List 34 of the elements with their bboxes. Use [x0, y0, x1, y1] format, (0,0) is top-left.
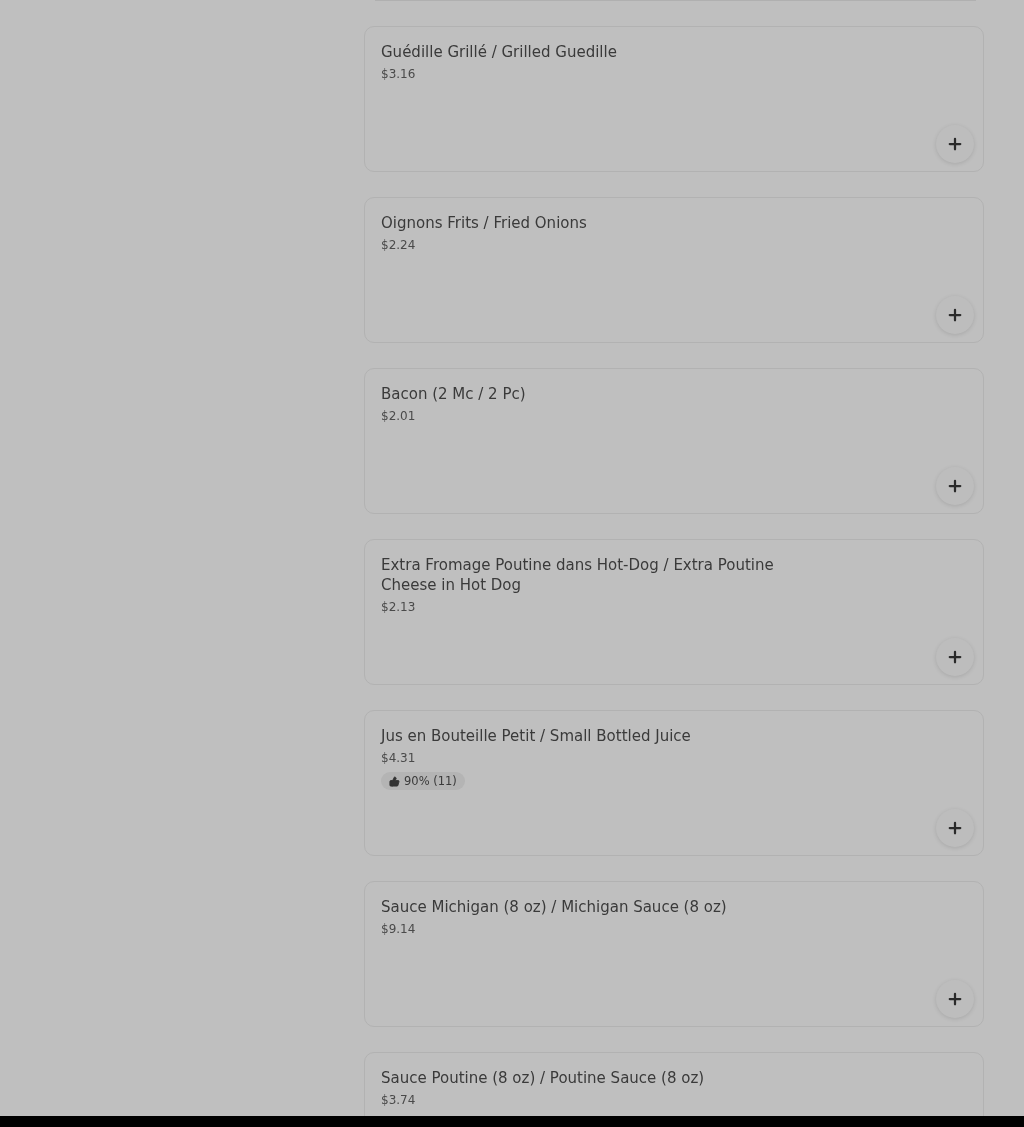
item-name: Sauce Michigan (8 oz) / Michigan Sauce (8 oz) [381, 897, 727, 917]
add-button[interactable] [936, 125, 974, 163]
item-price: $9.14 [381, 922, 416, 936]
menu-item-card[interactable]: Extra Fromage Poutine dans Hot-Dog / Extra Poutine Cheese in Hot Dog $2.13 [364, 539, 984, 685]
item-name: Extra Fromage Poutine dans Hot-Dog / Extra Poutine Cheese in Hot Dog [381, 555, 775, 595]
add-button[interactable] [936, 467, 974, 505]
plus-icon [946, 648, 964, 666]
menu-item-card[interactable]: Jus en Bouteille Petit / Small Bottled Juice $4.31 90% (11) [364, 710, 984, 856]
item-name: Sauce Poutine (8 oz) / Poutine Sauce (8 oz) [381, 1068, 705, 1088]
item-name: Bacon (2 Mc / 2 Pc) [381, 384, 526, 404]
menu-item-card[interactable]: Guédille Grillé / Grilled Guedille $3.16 [364, 26, 984, 172]
item-name: Oignons Frits / Fried Onions [381, 213, 587, 233]
add-button[interactable] [936, 638, 974, 676]
thumbs-up-icon [389, 775, 400, 787]
menu-item-card[interactable]: Sauce Michigan (8 oz) / Michigan Sauce (8 oz) $9.14 [364, 881, 984, 1027]
plus-icon [946, 306, 964, 324]
item-price: $4.31 [381, 751, 416, 765]
add-button[interactable] [936, 980, 974, 1018]
plus-icon [946, 477, 964, 495]
rating-text: 90% (11) [404, 774, 457, 788]
plus-icon [946, 135, 964, 153]
add-button[interactable] [936, 296, 974, 334]
item-price: $2.13 [381, 600, 416, 614]
item-name: Guédille Grillé / Grilled Guedille [381, 42, 617, 62]
menu-item-card[interactable]: Oignons Frits / Fried Onions $2.24 [364, 197, 984, 343]
menu-item-card[interactable]: Bacon (2 Mc / 2 Pc) $2.01 [364, 368, 984, 514]
item-price: $2.01 [381, 409, 416, 423]
item-price: $3.74 [381, 1093, 416, 1107]
item-price: $3.16 [381, 67, 416, 81]
plus-icon [946, 819, 964, 837]
item-price: $2.24 [381, 238, 416, 252]
item-name: Jus en Bouteille Petit / Small Bottled Juice [381, 726, 691, 746]
plus-icon [946, 990, 964, 1008]
add-button[interactable] [936, 809, 974, 847]
